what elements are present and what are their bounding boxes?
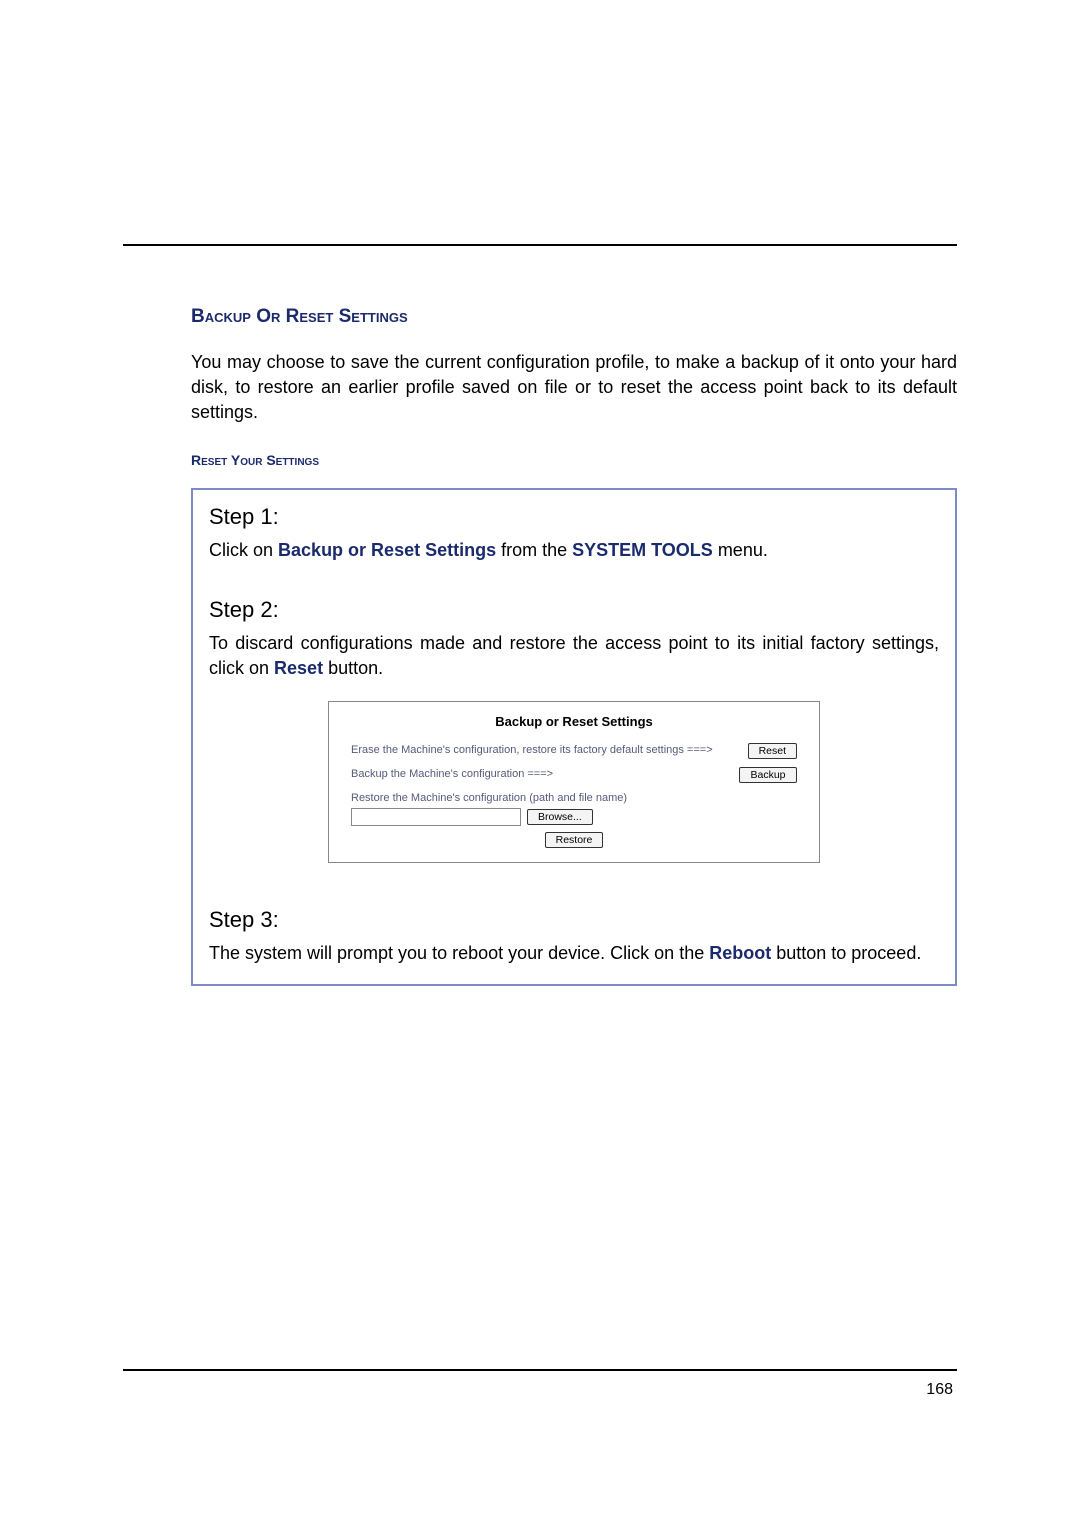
steps-container: Step 1: Click on Backup or Reset Setting… [191, 488, 957, 987]
restore-label: Restore the Machine's configuration (pat… [351, 791, 797, 806]
step-1-kw-system-tools: SYSTEM TOOLS [572, 540, 713, 560]
step-3-kw-reboot: Reboot [709, 943, 771, 963]
header-rule [123, 244, 957, 246]
step-2-kw-reset: Reset [274, 658, 323, 678]
reset-button[interactable]: Reset [748, 743, 797, 759]
step-3-title: Step 3: [209, 907, 939, 933]
backup-label: Backup the Machine's configuration ===> [351, 767, 729, 782]
backup-button[interactable]: Backup [739, 767, 797, 783]
settings-figure: Backup or Reset Settings Erase the Machi… [328, 701, 820, 863]
step-2-text: To discard configurations made and resto… [209, 631, 939, 681]
step-2-title: Step 2: [209, 597, 939, 623]
erase-label: Erase the Machine's configuration, resto… [351, 743, 738, 758]
erase-row: Erase the Machine's configuration, resto… [351, 743, 797, 759]
restore-file-input[interactable] [351, 808, 521, 826]
backup-row: Backup the Machine's configuration ===> … [351, 767, 797, 783]
step-3-text: The system will prompt you to reboot you… [209, 941, 939, 966]
restore-row: Restore the Machine's configuration (pat… [351, 791, 797, 848]
section-heading: Backup Or Reset Settings [191, 306, 957, 328]
step-3-pre: The system will prompt you to reboot you… [209, 943, 709, 963]
intro-paragraph: You may choose to save the current confi… [191, 350, 957, 426]
step-1-kw-backup-reset: Backup or Reset Settings [278, 540, 496, 560]
step-3-post: button to proceed. [771, 943, 921, 963]
step-1-text: Click on Backup or Reset Settings from t… [209, 538, 939, 563]
step-1-title: Step 1: [209, 504, 939, 530]
footer-rule [123, 1369, 957, 1371]
step-1-post: menu. [713, 540, 768, 560]
page-footer: 168 [123, 1369, 957, 1399]
step-2-post: button. [323, 658, 383, 678]
browse-button[interactable]: Browse... [527, 809, 593, 825]
restore-button[interactable]: Restore [545, 832, 604, 848]
step-1-pre: Click on [209, 540, 278, 560]
page-number: 168 [123, 1381, 957, 1399]
subsection-heading: Reset Your Settings [191, 452, 957, 468]
step-1-mid: from the [496, 540, 572, 560]
figure-title: Backup or Reset Settings [329, 708, 819, 743]
